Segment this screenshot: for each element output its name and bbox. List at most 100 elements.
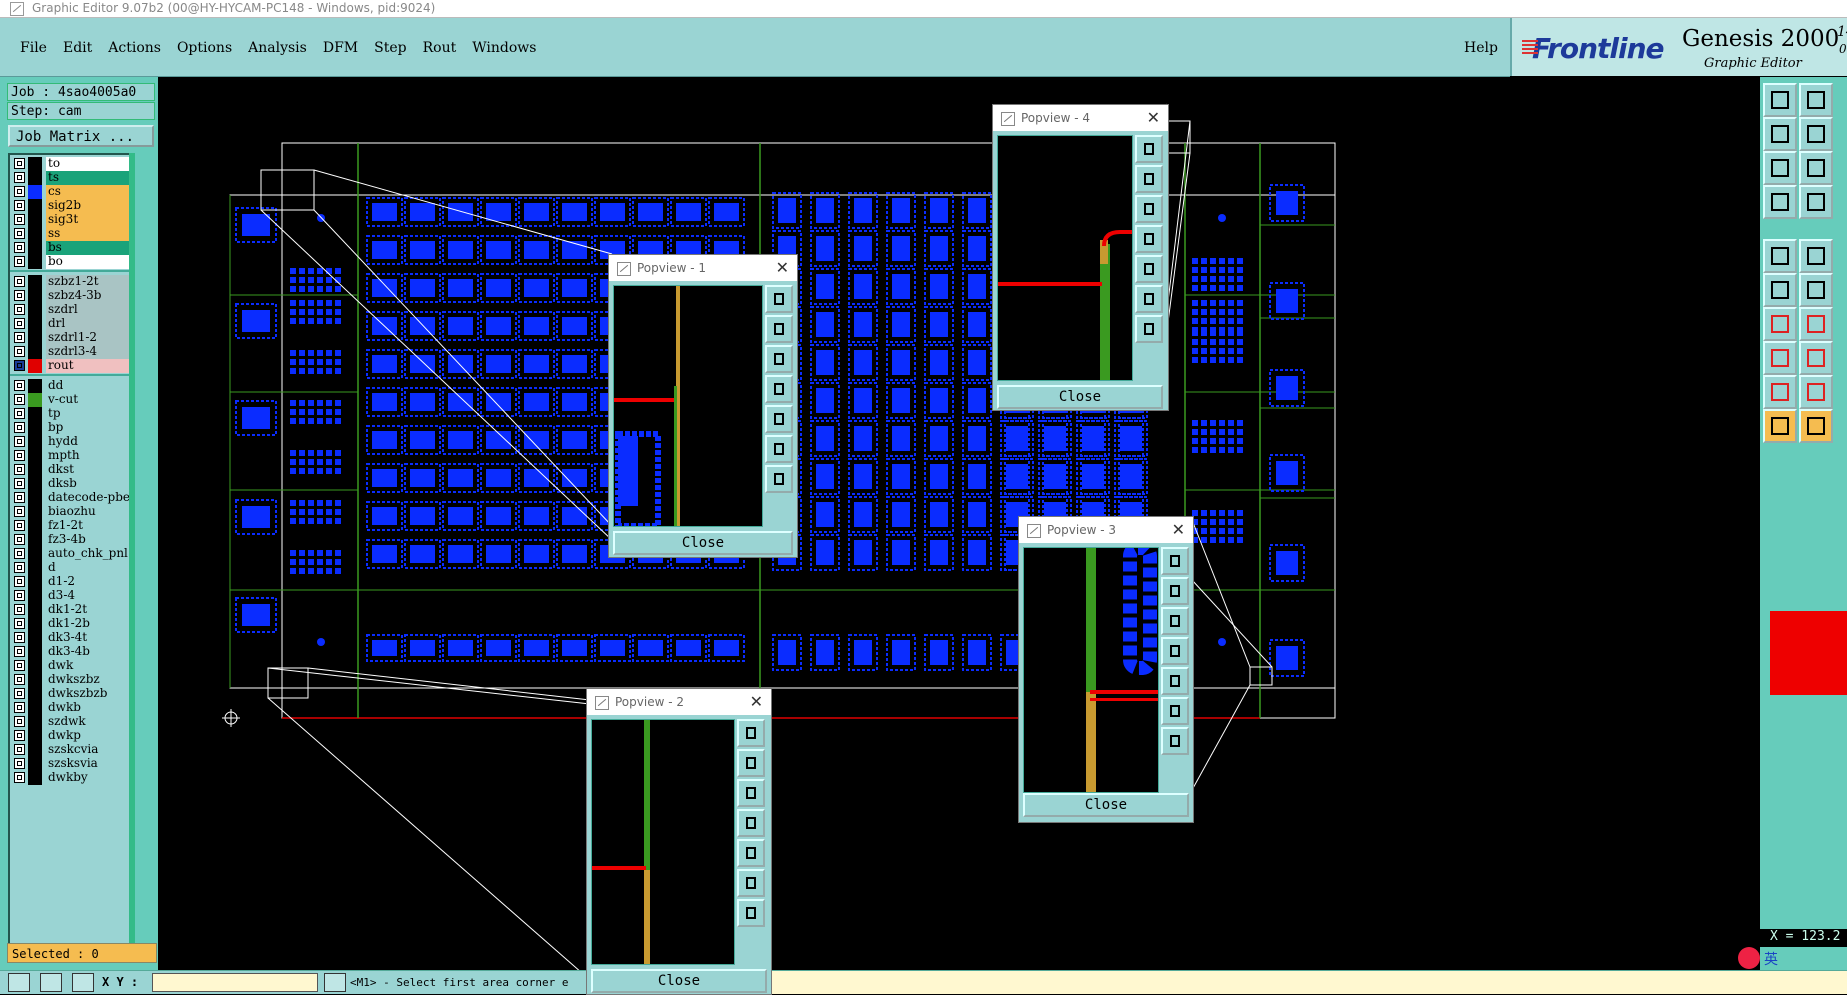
layer-row-ts[interactable]: ts — [10, 171, 131, 185]
layer-checkbox[interactable] — [14, 332, 25, 343]
close-icon[interactable]: ✕ — [776, 255, 789, 281]
layer-name[interactable]: fz3-4b — [46, 533, 131, 547]
zoom-up-icon[interactable] — [1135, 165, 1163, 193]
layer-color-swatch[interactable] — [28, 743, 42, 757]
layer-row-dwkszbzb[interactable]: dwkszbzb — [10, 687, 131, 701]
layer-color-swatch[interactable] — [28, 547, 42, 561]
layer-checkbox[interactable] — [14, 716, 25, 727]
triangle-alt-icon[interactable] — [1799, 375, 1833, 409]
layer-checkbox[interactable] — [14, 276, 25, 287]
snap-icon[interactable] — [1799, 239, 1833, 273]
layer-row-szbz1-2t[interactable]: szbz1-2t — [10, 275, 131, 289]
layer-row-cs[interactable]: cs — [10, 185, 131, 199]
layer-checkbox[interactable] — [14, 436, 25, 447]
layer-name[interactable]: dkst — [46, 463, 131, 477]
layer-name[interactable]: dksb — [46, 477, 131, 491]
layer-color-swatch[interactable] — [28, 331, 42, 345]
zoom-down-icon[interactable] — [1161, 607, 1189, 635]
layer-name[interactable]: szsksvia — [46, 757, 131, 771]
layer-checkbox[interactable] — [14, 632, 25, 643]
layer-checkbox[interactable] — [14, 688, 25, 699]
layer-row-szdwk[interactable]: szdwk — [10, 715, 131, 729]
layer-checkbox[interactable] — [14, 408, 25, 419]
layer-name[interactable]: drl — [46, 317, 131, 331]
layer-color-swatch[interactable] — [28, 701, 42, 715]
layer-checkbox[interactable] — [14, 304, 25, 315]
zoom-fit-icon[interactable] — [1135, 135, 1163, 163]
layer-checkbox[interactable] — [14, 186, 25, 197]
zoom-home-icon[interactable] — [1135, 285, 1163, 313]
layer-row-dwkszbz[interactable]: dwkszbz — [10, 673, 131, 687]
layer-name[interactable]: auto_chk_pnl — [46, 547, 131, 561]
popview-close-button[interactable]: Close — [997, 385, 1163, 409]
layer-row-v-cut[interactable]: v-cut — [10, 393, 131, 407]
layer-name[interactable]: dk1-2t — [46, 603, 131, 617]
snap-mode-icon[interactable] — [8, 973, 30, 992]
zoom-down-icon[interactable] — [765, 345, 793, 373]
layer-name[interactable]: d1-2 — [46, 575, 131, 589]
pan-right-icon[interactable] — [1161, 667, 1189, 695]
triangle-icon[interactable] — [1763, 375, 1797, 409]
layer-checkbox[interactable] — [14, 674, 25, 685]
menu-edit[interactable]: Edit — [55, 40, 100, 56]
layer-checkbox[interactable] — [14, 172, 25, 183]
layer-color-swatch[interactable] — [28, 227, 42, 241]
zoom-in-icon[interactable] — [1763, 83, 1797, 117]
layer-row-szsksvia[interactable]: szsksvia — [10, 757, 131, 771]
layer-checkbox[interactable] — [14, 548, 25, 559]
layer-name[interactable]: to — [46, 157, 131, 171]
layer-color-swatch[interactable] — [28, 505, 42, 519]
layer-row-dkst[interactable]: dkst — [10, 463, 131, 477]
layer-color-swatch[interactable] — [28, 729, 42, 743]
overview-thumbnail[interactable] — [1770, 611, 1847, 695]
layer-row-fz3-4b[interactable]: fz3-4b — [10, 533, 131, 547]
layer-name[interactable]: bo — [46, 255, 131, 269]
layer-color-swatch[interactable] — [28, 213, 42, 227]
layer-row-szbz4-3b[interactable]: szbz4-3b — [10, 289, 131, 303]
layer-row-tp[interactable]: tp — [10, 407, 131, 421]
layer-color-swatch[interactable] — [28, 359, 42, 373]
layer-row-mpth[interactable]: mpth — [10, 449, 131, 463]
layer-checkbox[interactable] — [14, 660, 25, 671]
layer-checkbox[interactable] — [14, 422, 25, 433]
menu-actions[interactable]: Actions — [100, 40, 169, 56]
layer-color-swatch[interactable] — [28, 407, 42, 421]
layer-color-swatch[interactable] — [28, 157, 42, 171]
zoom-window-icon[interactable] — [1161, 727, 1189, 755]
layer-row-sig2b[interactable]: sig2b — [10, 199, 131, 213]
layer-row-auto_chk_pnl[interactable]: auto_chk_pnl — [10, 547, 131, 561]
layer-checkbox[interactable] — [14, 256, 25, 267]
layer-checkbox[interactable] — [14, 534, 25, 545]
angle-mode-icon[interactable] — [40, 973, 62, 992]
layer-row-bo[interactable]: bo — [10, 255, 131, 269]
layer-color-swatch[interactable] — [28, 491, 42, 505]
grid-icon[interactable] — [1799, 185, 1833, 219]
layer-color-swatch[interactable] — [28, 533, 42, 547]
layer-row-d3-4[interactable]: d3-4 — [10, 589, 131, 603]
layer-color-swatch[interactable] — [28, 575, 42, 589]
zoom-fit-icon[interactable] — [1161, 547, 1189, 575]
measure-icon[interactable] — [1763, 185, 1797, 219]
layer-checkbox[interactable] — [14, 702, 25, 713]
zoom-window-icon[interactable] — [737, 899, 765, 927]
layer-checkbox[interactable] — [14, 214, 25, 225]
layer-color-swatch[interactable] — [28, 241, 42, 255]
pan-right-icon[interactable] — [1799, 117, 1833, 151]
layer-checkbox[interactable] — [14, 478, 25, 489]
layer-checkbox[interactable] — [14, 380, 25, 391]
zoom-up-icon[interactable] — [1161, 577, 1189, 605]
layer-row-dwkp[interactable]: dwkp — [10, 729, 131, 743]
layer-name[interactable]: dd — [46, 379, 131, 393]
layer-color-swatch[interactable] — [28, 171, 42, 185]
layer-color-swatch[interactable] — [28, 519, 42, 533]
zoom-home-icon[interactable] — [765, 435, 793, 463]
layer-row-d1-2[interactable]: d1-2 — [10, 575, 131, 589]
menu-step[interactable]: Step — [366, 40, 414, 56]
menu-options[interactable]: Options — [169, 40, 240, 56]
menu-analysis[interactable]: Analysis — [240, 40, 315, 56]
layer-checkbox[interactable] — [14, 562, 25, 573]
grid-mode-icon[interactable] — [72, 973, 94, 992]
zoom-window-icon[interactable] — [1135, 315, 1163, 343]
layer-name[interactable]: szdrl3-4 — [46, 345, 131, 359]
layer-name[interactable]: szbz1-2t — [46, 275, 131, 289]
